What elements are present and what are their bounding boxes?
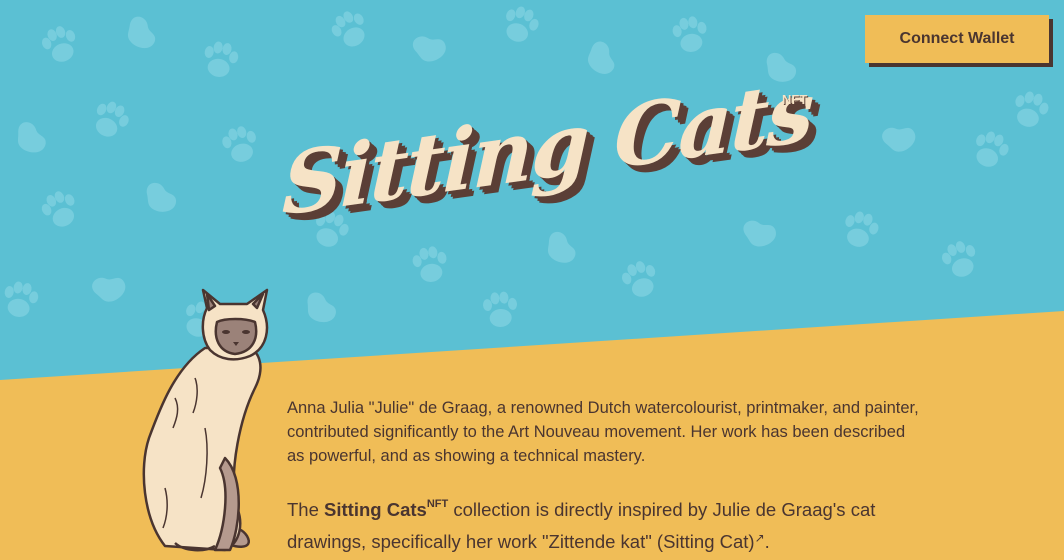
intro-paragraph-1: Anna Julia "Julie" de Graag, a renowned … <box>287 399 919 465</box>
sitting-cat-illustration <box>142 288 269 552</box>
logo-nft-badge: NFT <box>782 92 808 107</box>
intro-text: Anna Julia "Julie" de Graag, a renowned … <box>287 396 927 556</box>
p2-brand: Sitting Cats <box>324 499 427 520</box>
logo-title: Sitting Cats <box>280 60 814 235</box>
connect-wallet-button[interactable]: Connect Wallet <box>865 15 1049 63</box>
p2-suffix: . <box>764 531 770 552</box>
external-link-icon[interactable]: ↗︎ <box>755 531 765 545</box>
p2-prefix: The <box>287 499 325 520</box>
p2-brand-sup: NFT <box>426 498 449 510</box>
intro-paragraph-2: The Sitting CatsNFT collection is direct… <box>287 490 927 556</box>
logo: Sitting Cats NFT <box>270 60 830 240</box>
